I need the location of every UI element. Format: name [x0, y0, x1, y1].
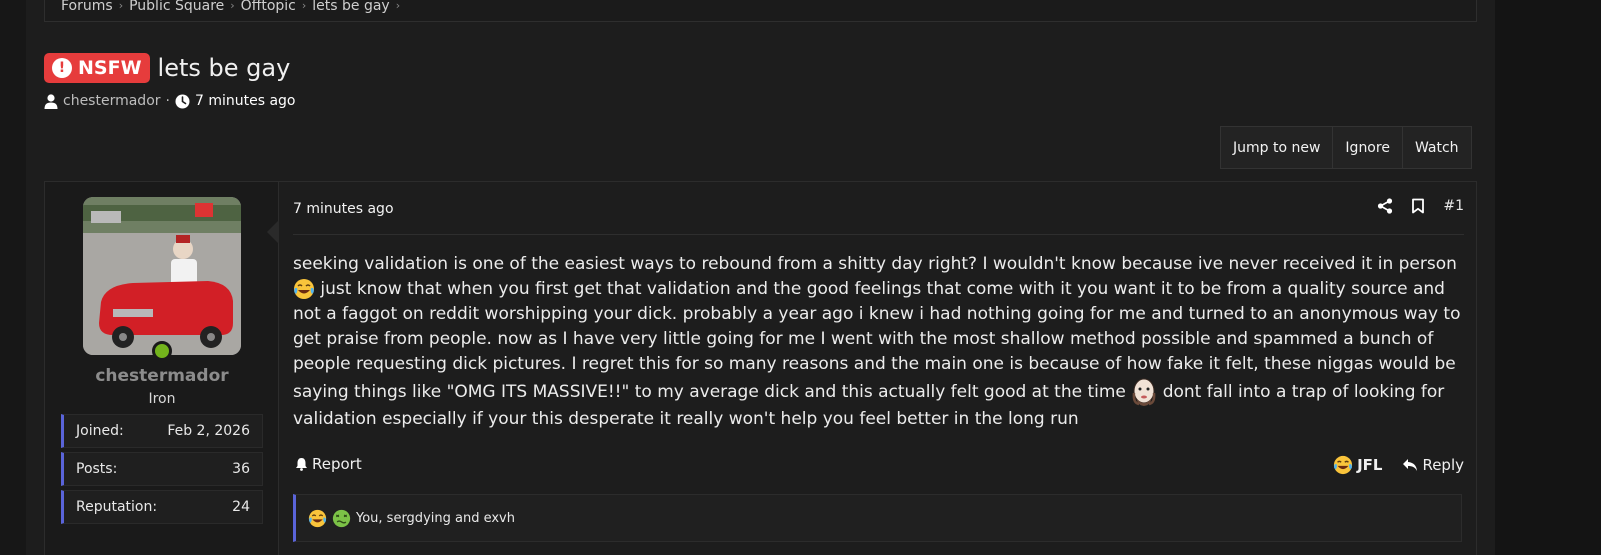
stat-value[interactable]: 36	[232, 461, 250, 477]
stat-posts: Posts: 36	[61, 452, 263, 486]
avatar[interactable]	[83, 197, 241, 355]
breadcrumb: Forums › Public Square › Offtopic › lets…	[44, 0, 1477, 22]
post-message: 7 minutes ago #1 seeking validation is o…	[279, 182, 1478, 555]
watch-button[interactable]: Watch	[1401, 127, 1471, 168]
report-link[interactable]: Report	[295, 455, 362, 473]
jump-to-new-button[interactable]: Jump to new	[1221, 127, 1332, 168]
breadcrumb-chevron-icon: ›	[301, 0, 307, 12]
right-gutter	[1495, 0, 1601, 555]
reply-icon	[1403, 459, 1418, 471]
page-title: lets be gay	[157, 54, 291, 82]
stat-joined: Joined: Feb 2, 2026	[61, 414, 263, 448]
stat-label: Posts:	[76, 461, 118, 477]
thread-author-link[interactable]: chestermador	[63, 93, 161, 109]
breadcrumb-public-square[interactable]: Public Square	[129, 0, 224, 14]
user-rank: Iron	[148, 391, 176, 407]
message-arrow	[267, 220, 279, 244]
post-divider	[293, 234, 1464, 235]
bald-man-emoji-icon	[1132, 378, 1156, 406]
post-actions: #1	[1377, 198, 1464, 214]
post-user-panel: chestermador Iron Joined: Feb 2, 2026 Po…	[45, 182, 279, 555]
crying-laughing-emoji-icon	[308, 509, 327, 527]
breadcrumb-chevron-icon: ›	[230, 0, 235, 12]
reply-label: Reply	[1422, 456, 1464, 474]
stat-reputation: Reputation: 24	[61, 490, 263, 524]
exclamation-icon: !	[52, 58, 72, 78]
ignore-button[interactable]: Ignore	[1332, 127, 1402, 168]
clock-icon	[175, 94, 190, 108]
post-text-part1: seeking validation is one of the easiest…	[293, 254, 1457, 274]
stat-value: Feb 2, 2026	[167, 423, 250, 439]
crying-laughing-emoji-icon	[1333, 455, 1353, 475]
nsfw-badge[interactable]: ! NSFW	[44, 53, 150, 83]
user-icon	[44, 93, 58, 109]
bookmark-icon[interactable]	[1411, 198, 1425, 214]
stat-label: Reputation:	[76, 499, 158, 515]
reaction-label: JFL	[1357, 456, 1383, 474]
nauseated-emoji-icon	[332, 509, 351, 527]
stat-label: Joined:	[76, 423, 124, 439]
breadcrumb-chevron-icon: ›	[395, 0, 401, 12]
reaction-button[interactable]: JFL	[1333, 455, 1382, 475]
nsfw-badge-label: NSFW	[78, 57, 142, 79]
report-label: Report	[312, 455, 362, 473]
post-date[interactable]: 7 minutes ago	[293, 201, 394, 217]
reactions-bar[interactable]: You, sergdying and exvh	[293, 494, 1462, 542]
page-container: Forums › Public Square › Offtopic › lets…	[26, 0, 1495, 555]
meta-separator: ·	[165, 93, 170, 109]
bell-icon	[296, 458, 307, 471]
thread-actions: Jump to new Ignore Watch	[1220, 126, 1472, 169]
stat-value: 24	[232, 499, 250, 515]
thread-time[interactable]: 7 minutes ago	[195, 93, 296, 109]
post: chestermador Iron Joined: Feb 2, 2026 Po…	[44, 181, 1477, 555]
thread-title-row: ! NSFW lets be gay	[44, 53, 290, 83]
breadcrumb-forums[interactable]: Forums	[61, 0, 113, 14]
post-body: seeking validation is one of the easiest…	[293, 252, 1468, 432]
reactions-users: You, sergdying and exvh	[356, 510, 515, 526]
thread-meta: chestermador · 7 minutes ago	[44, 93, 295, 109]
post-footer-actions: JFL Reply	[1333, 455, 1464, 475]
share-icon[interactable]	[1377, 198, 1393, 214]
post-username[interactable]: chestermador	[45, 366, 279, 386]
breadcrumb-offtopic[interactable]: Offtopic	[241, 0, 296, 14]
online-status-indicator	[152, 341, 172, 361]
avatar-image	[83, 197, 241, 355]
post-number[interactable]: #1	[1443, 198, 1464, 214]
breadcrumb-chevron-icon: ›	[118, 0, 124, 12]
crying-laughing-emoji-icon	[294, 279, 314, 299]
breadcrumb-current[interactable]: lets be gay	[312, 0, 389, 14]
reply-button[interactable]: Reply	[1402, 456, 1464, 474]
